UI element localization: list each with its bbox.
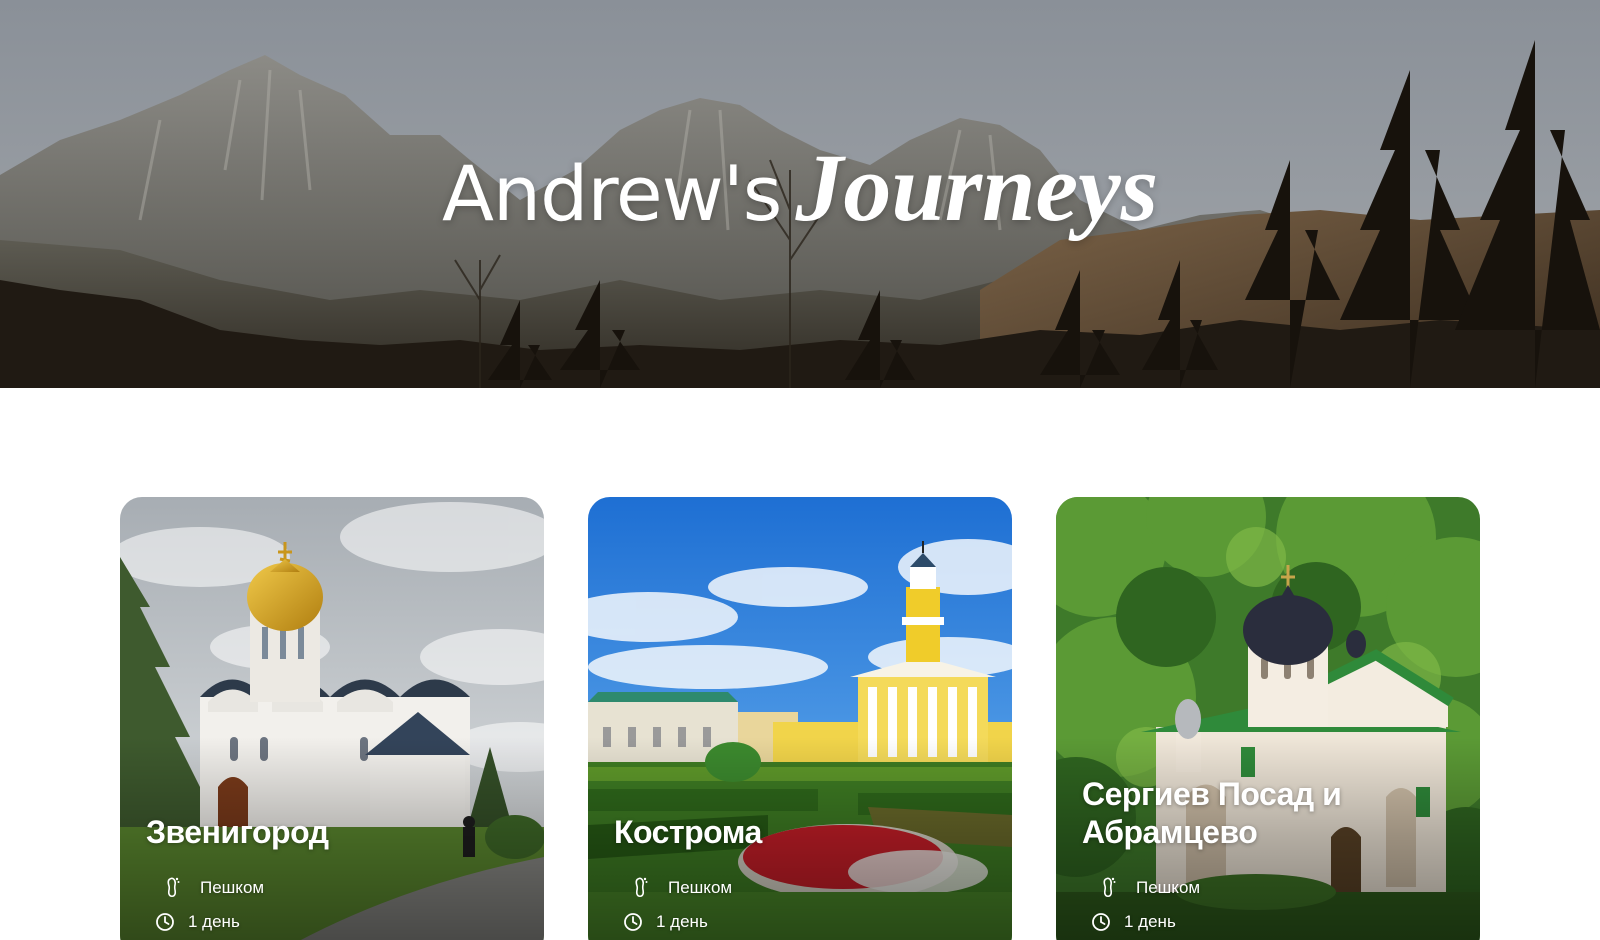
travel-mode-label: Пешком	[668, 878, 733, 897]
card-title: Звенигород	[146, 814, 329, 850]
duration-label: 1 день	[1124, 912, 1176, 931]
footprint-icon	[630, 877, 652, 899]
journey-card-kostroma[interactable]: Кострома Пешком 1 день	[588, 497, 1012, 940]
card-travel-mode: Пешком	[1090, 877, 1200, 899]
site-title-main: Andrew's	[441, 149, 782, 238]
hero-banner: Andrew's Journeys	[0, 0, 1600, 388]
card-duration: 1 день	[154, 911, 240, 933]
site-title: Andrew's Journeys	[0, 140, 1600, 236]
clock-icon	[1090, 911, 1112, 933]
footprint-icon	[1098, 877, 1120, 899]
card-travel-mode: Пешком	[622, 877, 732, 899]
site-title-accent: Journeys	[795, 134, 1159, 241]
travel-mode-label: Пешком	[200, 878, 265, 897]
journey-card-zvenigorod[interactable]: Звенигород Пешком 1 день	[120, 497, 544, 940]
journey-card-sergiev-posad[interactable]: Сергиев Посад и Абрамцево Пешком 1 день	[1056, 497, 1480, 940]
travel-mode-label: Пешком	[1136, 878, 1201, 897]
duration-label: 1 день	[656, 912, 708, 931]
duration-label: 1 день	[188, 912, 240, 931]
journey-cards-grid: Звенигород Пешком 1 день Кострома Пешком…	[120, 497, 1480, 940]
footprint-icon	[162, 877, 184, 899]
card-title: Кострома	[614, 814, 762, 850]
clock-icon	[154, 911, 176, 933]
card-duration: 1 день	[1090, 911, 1176, 933]
card-title: Сергиев Посад и Абрамцево	[1082, 776, 1342, 850]
card-travel-mode: Пешком	[154, 877, 264, 899]
clock-icon	[622, 911, 644, 933]
card-duration: 1 день	[622, 911, 708, 933]
